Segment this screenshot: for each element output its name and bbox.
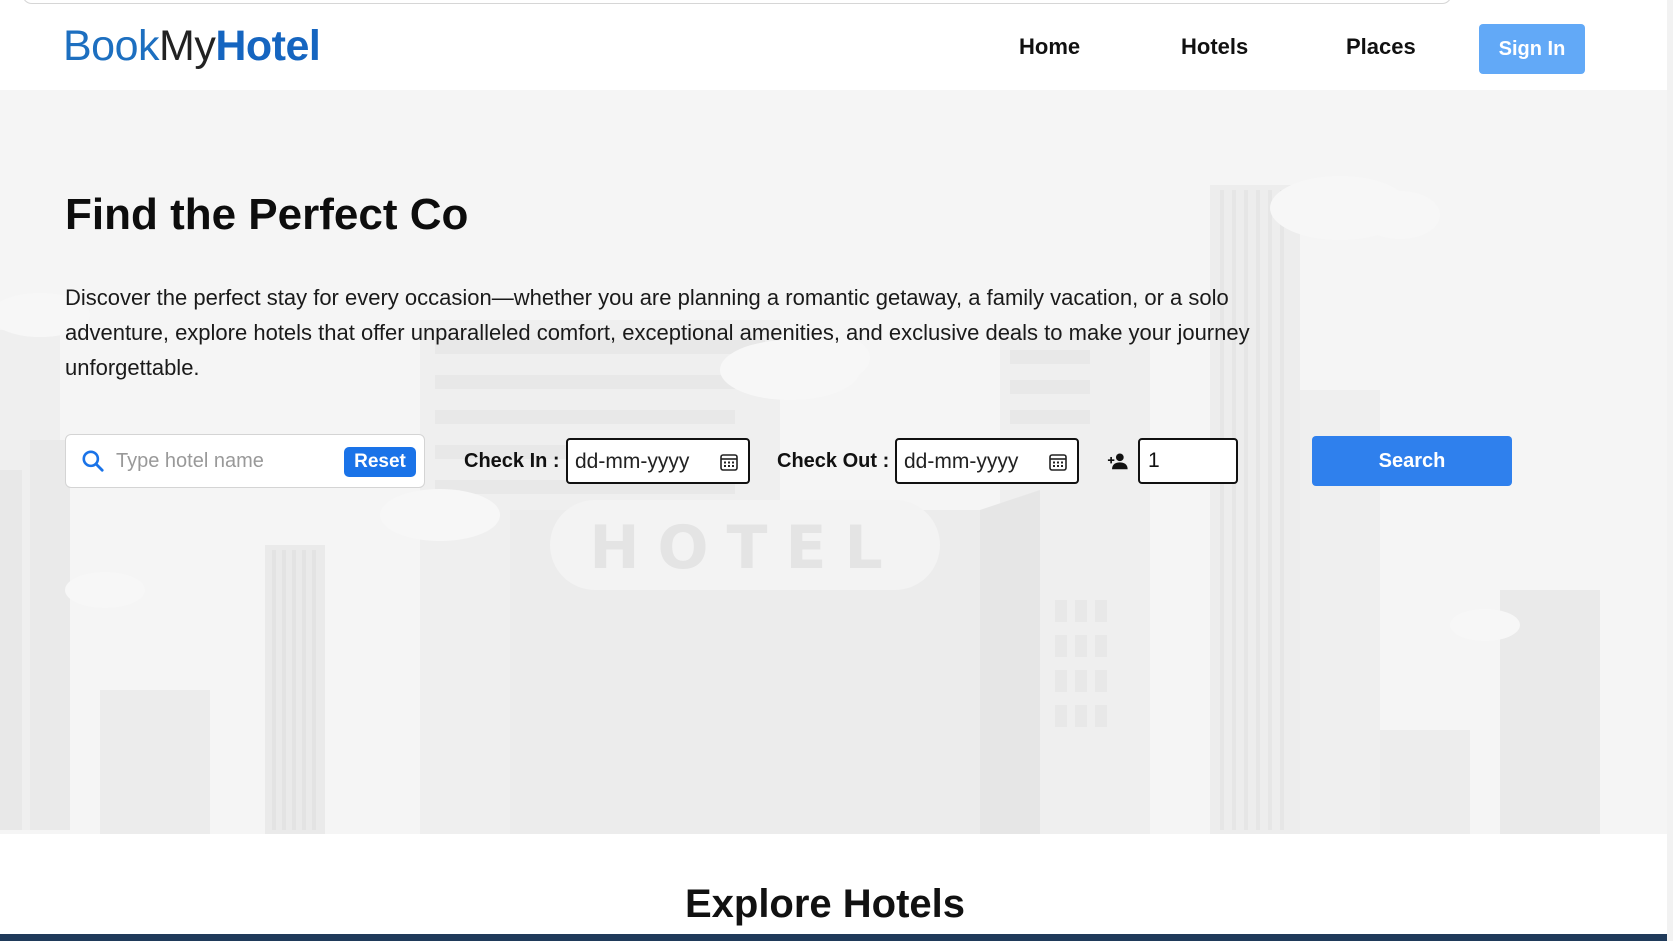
check-out-date-input[interactable]: dd-mm-yyyy xyxy=(895,438,1079,484)
check-in-value: dd-mm-yyyy xyxy=(575,450,690,473)
explore-hotels-heading: Explore Hotels xyxy=(684,882,966,926)
check-in-label: Check In : xyxy=(464,450,560,472)
sign-in-button[interactable]: Sign In xyxy=(1479,24,1585,74)
hotel-search-box: Reset xyxy=(65,434,425,488)
brand-part-hotel: Hotel xyxy=(215,22,321,70)
check-out-value: dd-mm-yyyy xyxy=(904,450,1019,473)
nav-places-link[interactable]: Places xyxy=(1346,34,1416,60)
calendar-icon[interactable] xyxy=(719,452,739,472)
section-divider xyxy=(0,934,1673,941)
hotel-name-input[interactable] xyxy=(116,443,336,479)
check-in-date-input[interactable]: dd-mm-yyyy xyxy=(566,438,750,484)
site-header: BookMyHotel Home Hotels Places Sign In xyxy=(0,8,1673,90)
check-out-label: Check Out : xyxy=(777,450,890,472)
nav-hotels-link[interactable]: Hotels xyxy=(1181,34,1248,60)
hero-description: Discover the perfect stay for every occa… xyxy=(65,285,1250,380)
brand-part-my: My xyxy=(159,22,216,70)
hero-section: HOTEL Find the Perfect Co Discover the p… xyxy=(0,90,1673,834)
nav-home-link[interactable]: Home xyxy=(1019,34,1080,60)
add-person-icon xyxy=(1107,453,1128,470)
brand-logo[interactable]: BookMyHotel xyxy=(63,22,321,71)
search-button[interactable]: Search xyxy=(1312,436,1512,486)
hero-title: Find the Perfect Co xyxy=(65,190,469,239)
calendar-icon[interactable] xyxy=(1048,452,1068,472)
guests-input[interactable] xyxy=(1138,438,1238,484)
reset-button[interactable]: Reset xyxy=(344,447,416,477)
brand-part-book: Book xyxy=(63,22,160,70)
scrollbar[interactable] xyxy=(1667,0,1673,941)
search-icon xyxy=(82,450,104,472)
